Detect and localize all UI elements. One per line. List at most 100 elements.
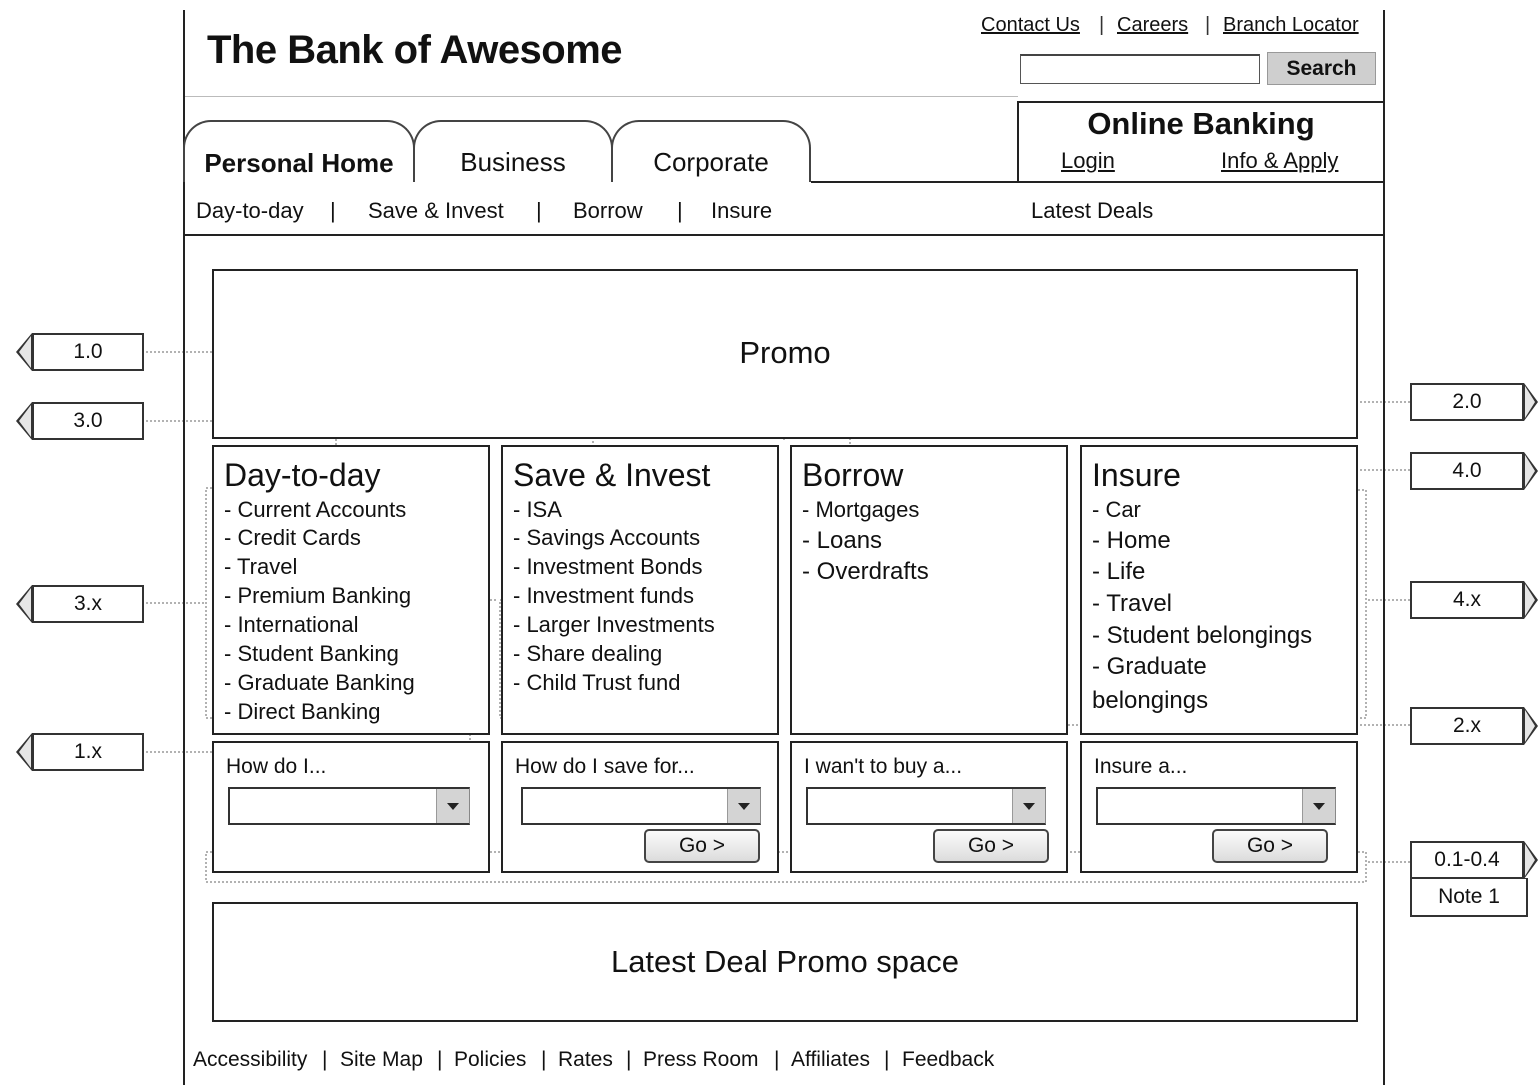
list-item[interactable]: - Savings Accounts	[513, 525, 700, 551]
column-title: Day-to-day	[224, 457, 381, 493]
list-item[interactable]: - Home	[1092, 527, 1171, 555]
list-item[interactable]: belongings	[1092, 687, 1208, 715]
info-apply-link[interactable]: Info & Apply	[1221, 148, 1338, 174]
callout-label: 3.x	[32, 585, 144, 623]
callout-label: 4.x	[1410, 581, 1524, 619]
callout-1-x: 1.x	[16, 733, 144, 771]
callout-label: 1.0	[32, 333, 144, 371]
list-item[interactable]: - Student Banking	[224, 641, 399, 667]
callout-arrow-icon	[16, 733, 32, 771]
column-day-to-day: Day-to-day - Current Accounts - Credit C…	[212, 445, 490, 735]
list-item[interactable]: - Student belongings	[1092, 622, 1312, 650]
quick-select-day-to-day: How do I...	[212, 741, 490, 873]
list-item[interactable]: - Loans	[802, 527, 882, 555]
question-select[interactable]	[228, 787, 470, 825]
list-item[interactable]: - Graduate	[1092, 653, 1207, 681]
callout-label: 0.1-0.4	[1410, 841, 1524, 879]
column-insure: Insure - Car - Home - Life - Travel - St…	[1080, 445, 1358, 735]
subnav-save-invest[interactable]: Save & Invest	[368, 198, 504, 224]
list-item[interactable]: - Premium Banking	[224, 583, 411, 609]
go-button[interactable]: Go >	[1212, 829, 1328, 863]
list-item[interactable]: - Direct Banking	[224, 699, 381, 725]
question-select[interactable]	[521, 787, 761, 825]
subnav-separator: |	[536, 198, 542, 223]
subnav-insure[interactable]: Insure	[711, 198, 772, 224]
question-select[interactable]	[806, 787, 1046, 825]
subnav-day-to-day[interactable]: Day-to-day	[196, 198, 304, 224]
contact-us-link[interactable]: Contact Us	[981, 14, 1080, 37]
promo-box[interactable]: Promo	[212, 269, 1358, 439]
list-item[interactable]: - ISA	[513, 497, 562, 523]
chevron-down-icon[interactable]	[436, 789, 469, 823]
footer-separator: |	[541, 1048, 547, 1071]
subnav-borrow[interactable]: Borrow	[573, 198, 643, 224]
column-borrow: Borrow - Mortgages - Loans - Overdrafts	[790, 445, 1068, 735]
tab-business[interactable]: Business	[413, 120, 613, 182]
callout-1-0: 1.0	[16, 333, 144, 371]
callout-arrow-icon	[1524, 383, 1538, 421]
footer-separator: |	[774, 1048, 780, 1071]
callout-4-x: 4.x	[1410, 581, 1538, 619]
go-button[interactable]: Go >	[933, 829, 1049, 863]
callout-label: 4.0	[1410, 452, 1524, 490]
column-title: Insure	[1092, 457, 1181, 493]
footer-separator: |	[322, 1048, 328, 1071]
callout-label: 3.0	[32, 402, 144, 440]
footer-link-accessibility[interactable]: Accessibility	[193, 1048, 307, 1072]
callout-0-1-0-4: 0.1-0.4	[1410, 841, 1538, 879]
list-item[interactable]: - Graduate Banking	[224, 670, 415, 696]
careers-link[interactable]: Careers	[1117, 14, 1188, 37]
list-item[interactable]: - Current Accounts	[224, 497, 406, 523]
footer-link-rates[interactable]: Rates	[558, 1048, 613, 1072]
question-label: Insure a...	[1094, 755, 1188, 778]
list-item[interactable]: - Mortgages	[802, 497, 919, 523]
list-item[interactable]: - Investment funds	[513, 583, 694, 609]
callout-3-x: 3.x	[16, 585, 144, 623]
callout-arrow-icon	[1524, 452, 1538, 490]
column-save-invest: Save & Invest - ISA - Savings Accounts -…	[501, 445, 779, 735]
subnav-divider	[185, 234, 1385, 236]
column-title: Save & Invest	[513, 457, 711, 493]
tab-corporate[interactable]: Corporate	[611, 120, 811, 182]
footer-link-affiliates[interactable]: Affiliates	[791, 1048, 870, 1072]
question-label: How do I save for...	[515, 755, 695, 778]
note-1-label: Note 1	[1410, 878, 1528, 917]
list-item[interactable]: - Overdrafts	[802, 558, 929, 586]
question-select[interactable]	[1096, 787, 1336, 825]
list-item[interactable]: - International	[224, 612, 359, 638]
list-item[interactable]: - Car	[1092, 497, 1141, 523]
footer-link-press-room[interactable]: Press Room	[643, 1048, 759, 1072]
footer-link-policies[interactable]: Policies	[454, 1048, 526, 1072]
site-title: The Bank of Awesome	[207, 28, 623, 72]
util-separator: |	[1205, 14, 1211, 36]
list-item[interactable]: - Child Trust fund	[513, 670, 681, 696]
latest-deal-promo-box[interactable]: Latest Deal Promo space	[212, 902, 1358, 1022]
list-item[interactable]: - Travel	[1092, 590, 1172, 618]
login-link[interactable]: Login	[1061, 148, 1115, 174]
list-item[interactable]: - Travel	[224, 554, 297, 580]
tab-personal-home[interactable]: Personal Home	[183, 120, 415, 182]
callout-label: 2.0	[1410, 383, 1524, 421]
list-item[interactable]: - Larger Investments	[513, 612, 715, 638]
online-banking-title: Online Banking	[1087, 106, 1315, 141]
list-item[interactable]: - Life	[1092, 558, 1145, 586]
list-item[interactable]: - Investment Bonds	[513, 554, 703, 580]
callout-arrow-icon	[16, 333, 32, 371]
go-button[interactable]: Go >	[644, 829, 760, 863]
util-separator: |	[1099, 14, 1105, 36]
list-item[interactable]: - Share dealing	[513, 641, 662, 667]
search-button[interactable]: Search	[1267, 52, 1376, 85]
subnav-latest-deals[interactable]: Latest Deals	[1031, 198, 1153, 224]
subnav-separator: |	[677, 198, 683, 223]
chevron-down-icon[interactable]	[727, 789, 760, 823]
branch-locator-link[interactable]: Branch Locator	[1223, 14, 1359, 37]
footer-link-feedback[interactable]: Feedback	[902, 1048, 994, 1072]
callout-2-x: 2.x	[1410, 707, 1538, 745]
search-input[interactable]	[1020, 54, 1260, 84]
footer-link-site-map[interactable]: Site Map	[340, 1048, 423, 1072]
callout-arrow-icon	[1524, 707, 1538, 745]
promo-label: Promo	[739, 335, 831, 370]
list-item[interactable]: - Credit Cards	[224, 525, 361, 551]
chevron-down-icon[interactable]	[1012, 789, 1045, 823]
chevron-down-icon[interactable]	[1302, 789, 1335, 823]
